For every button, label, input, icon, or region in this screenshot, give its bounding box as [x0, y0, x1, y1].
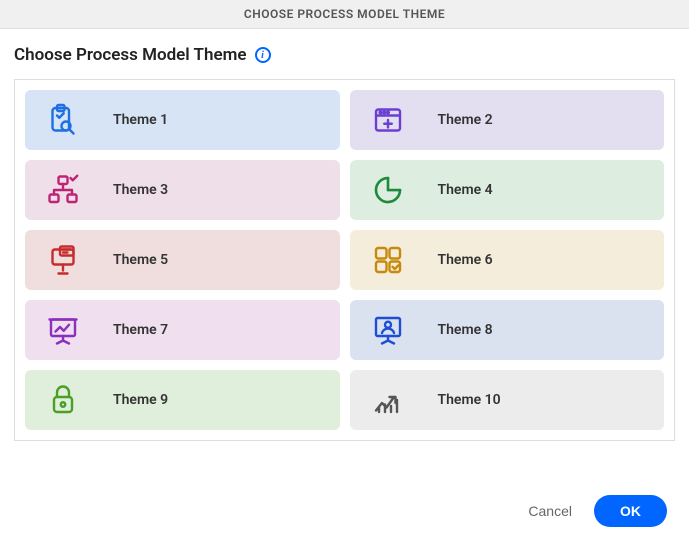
themes-grid: Theme 1 Theme 2 Theme 3 Theme 4 Theme 5 Theme… [25, 90, 664, 430]
theme-card-9[interactable]: Theme 9 [25, 370, 340, 430]
pie-slice-icon [368, 170, 408, 210]
theme-card-5[interactable]: Theme 5 [25, 230, 340, 290]
info-icon[interactable]: i [255, 47, 271, 63]
cancel-button[interactable]: Cancel [528, 503, 572, 519]
theme-label: Theme 7 [113, 322, 168, 338]
user-board-icon [368, 310, 408, 350]
dialog-content: Choose Process Model Theme i Theme 1Them… [0, 29, 689, 477]
theme-label: Theme 4 [438, 182, 493, 198]
theme-label: Theme 9 [113, 392, 168, 408]
dialog-header: CHOOSE PROCESS MODEL THEME [0, 0, 689, 29]
trend-up-icon [368, 380, 408, 420]
theme-card-10[interactable]: Theme 10 [350, 370, 665, 430]
theme-label: Theme 1 [113, 112, 168, 128]
theme-card-1[interactable]: Theme 1 [25, 90, 340, 150]
theme-label: Theme 3 [113, 182, 168, 198]
grid-apps-icon [368, 240, 408, 280]
org-chart-check-icon [43, 170, 83, 210]
theme-card-6[interactable]: Theme 6 [350, 230, 665, 290]
themes-container: Theme 1 Theme 2 Theme 3 Theme 4 Theme 5 Theme… [14, 79, 675, 441]
lock-icon [43, 380, 83, 420]
theme-card-7[interactable]: Theme 7 [25, 300, 340, 360]
clipboard-search-icon [43, 100, 83, 140]
dialog-footer: Cancel OK [0, 477, 689, 545]
theme-card-2[interactable]: Theme 2 [350, 90, 665, 150]
dialog-title: CHOOSE PROCESS MODEL THEME [244, 7, 445, 21]
browser-add-icon [368, 100, 408, 140]
theme-label: Theme 10 [438, 392, 501, 408]
chart-board-icon [43, 310, 83, 350]
ok-button[interactable]: OK [594, 495, 667, 527]
subtitle-row: Choose Process Model Theme i [14, 45, 675, 65]
theme-card-4[interactable]: Theme 4 [350, 160, 665, 220]
theme-card-8[interactable]: Theme 8 [350, 300, 665, 360]
theme-label: Theme 8 [438, 322, 493, 338]
page-title: Choose Process Model Theme [14, 45, 247, 65]
theme-label: Theme 6 [438, 252, 493, 268]
presentation-chat-icon [43, 240, 83, 280]
theme-label: Theme 5 [113, 252, 168, 268]
theme-label: Theme 2 [438, 112, 493, 128]
theme-card-3[interactable]: Theme 3 [25, 160, 340, 220]
